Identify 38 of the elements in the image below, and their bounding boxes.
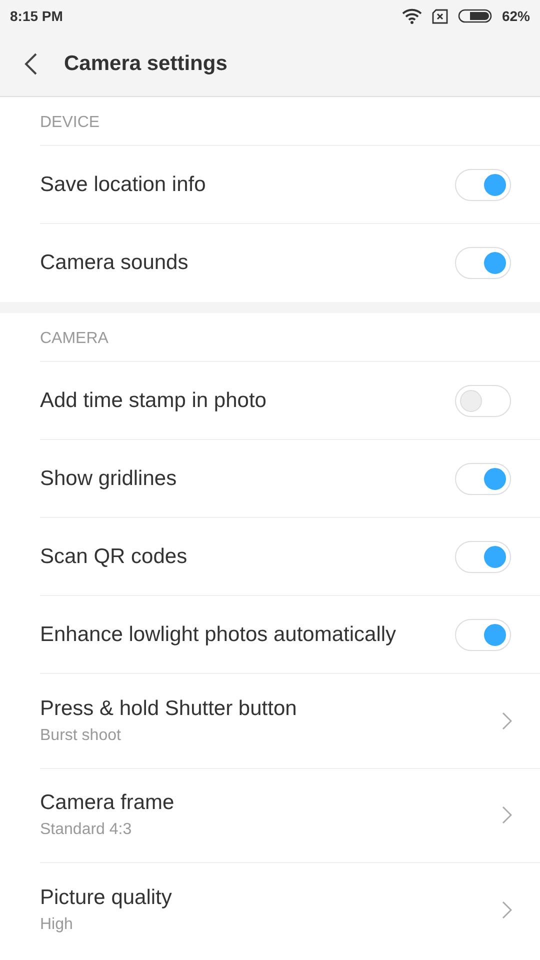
setting-row[interactable]: Scan QR codes [40,518,540,596]
toggle-switch[interactable] [455,462,511,494]
toggle-switch[interactable] [455,540,511,572]
setting-label: Save location info [40,172,206,196]
setting-label: Picture quality [40,886,172,910]
setting-label: Scan QR codes [40,544,188,568]
setting-label: Enhance lowlight photos automatically [40,622,396,646]
setting-row[interactable]: Press & hold Shutter button Burst shoot [40,674,540,768]
screen-title: Camera settings [64,52,228,76]
setting-row[interactable]: Camera sounds [40,224,540,302]
setting-row[interactable]: Camera frame Standard 4:3 [40,768,540,863]
section-header: DEVICE [40,97,540,146]
setting-row[interactable]: Save location info [40,146,540,224]
setting-label: Camera frame [40,791,174,816]
status-time: 8:15 PM [10,8,63,24]
section-header: CAMERA [40,313,540,362]
chevron-icon [502,806,512,824]
sim-icon [432,8,448,24]
setting-row[interactable]: Show gridlines [40,440,540,518]
setting-label: Camera sounds [40,251,188,275]
wifi-icon [402,8,422,24]
chevron-icon [502,901,512,920]
setting-row[interactable]: Picture quality High [40,863,540,958]
setting-value: Burst shoot [40,726,122,745]
toggle-switch[interactable] [455,247,511,279]
setting-row[interactable]: Enhance lowlight photos automatically [40,596,540,674]
toggle-switch[interactable] [455,384,511,416]
chevron-icon [502,712,512,730]
setting-row[interactable]: Add time stamp in photo [40,362,540,440]
setting-label: Add time stamp in photo [40,388,266,412]
battery-percent: 62% [502,8,530,24]
toggle-switch[interactable] [455,168,511,200]
setting-value: Standard 4:3 [40,821,133,840]
setting-label: Press & hold Shutter button [40,696,297,721]
setting-label: Show gridlines [40,466,177,490]
battery-icon [458,9,492,23]
setting-value: High [40,916,74,934]
toggle-switch[interactable] [455,618,511,650]
